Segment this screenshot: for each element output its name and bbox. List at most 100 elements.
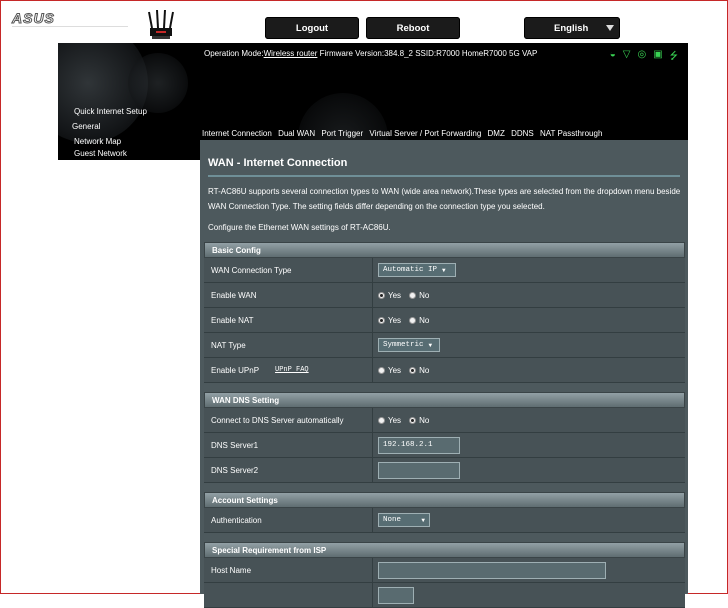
radio-label: Yes: [388, 290, 402, 300]
enable-wan-yes-radio[interactable]: Yes: [378, 291, 401, 300]
radio-label: Yes: [388, 315, 402, 325]
page-title: WAN - Internet Connection: [208, 157, 348, 169]
authentication-row: Authentication None ▼: [204, 508, 685, 533]
firmware-text: Firmware Version:384.8_2 SSID:R7000 Home…: [317, 49, 538, 58]
wifi-status-icon[interactable]: ▽: [623, 49, 631, 66]
dns-server1-label: DNS Server1: [204, 433, 373, 457]
radio-label: No: [419, 415, 430, 425]
language-label: English: [554, 22, 589, 34]
radio-checked-icon: [409, 366, 417, 374]
tab-virtual-server[interactable]: Virtual Server / Port Forwarding: [369, 129, 481, 138]
tab-dmz[interactable]: DMZ: [488, 129, 505, 138]
host-name-label: Host Name: [204, 558, 373, 582]
basic-config-section: Basic Config WAN Connection Type Automat…: [204, 242, 685, 383]
op-mode-prefix: Operation Mode:: [204, 49, 264, 58]
enable-upnp-yes-radio[interactable]: Yes: [378, 366, 401, 375]
router-icon: [148, 9, 174, 39]
wan-type-value: Automatic IP: [383, 266, 438, 274]
chevron-down-icon: ▼: [442, 266, 446, 274]
enable-nat-label: Enable NAT: [204, 308, 373, 332]
sidebar-item-network-map[interactable]: Network Map: [74, 137, 147, 146]
main-panel: WAN - Internet Connection RT-AC86U suppo…: [200, 140, 688, 608]
chevron-down-icon: [606, 25, 614, 31]
sidebar-section-general: General: [72, 122, 101, 131]
nat-type-label: NAT Type: [204, 333, 373, 357]
chevron-down-icon: ▼: [428, 341, 433, 349]
radio-checked-icon: [378, 291, 385, 299]
dns-auto-yes-radio[interactable]: Yes: [378, 416, 401, 425]
logo-divider: [12, 26, 128, 27]
enable-wan-row: Enable WAN Yes No: [204, 283, 685, 308]
authentication-select[interactable]: None ▼: [378, 513, 430, 527]
radio-checked-icon: [409, 416, 417, 424]
sidebar-item-guest-network[interactable]: Guest Network: [74, 149, 147, 158]
host-name-row: Host Name: [204, 558, 685, 583]
chevron-down-icon: ▼: [421, 516, 425, 524]
sidebar-menu: Quick Internet Setup General Network Map…: [72, 107, 147, 160]
dns-header: WAN DNS Setting: [204, 392, 685, 408]
radio-checked-icon: [378, 316, 385, 324]
dns-auto-row: Connect to DNS Server automatically Yes …: [204, 408, 685, 433]
radio-unchecked-icon: [409, 316, 417, 324]
enable-nat-row: Enable NAT Yes No: [204, 308, 685, 333]
upnp-faq-link[interactable]: UPnP FAQ: [275, 366, 309, 374]
nat-type-row: NAT Type Symmetric ▼: [204, 333, 685, 358]
tab-dual-wan[interactable]: Dual WAN: [278, 129, 315, 138]
radio-label: No: [419, 290, 430, 300]
radio-unchecked-icon: [378, 416, 385, 424]
tab-nat-passthrough[interactable]: NAT Passthrough: [540, 129, 602, 138]
op-mode-link[interactable]: Wireless router: [264, 49, 318, 58]
language-select[interactable]: English: [524, 17, 620, 39]
dns-server1-input[interactable]: 192.168.2.1: [378, 436, 460, 454]
logout-button[interactable]: Logout: [265, 17, 359, 39]
next-row-input[interactable]: [378, 586, 414, 604]
dns-server2-row: DNS Server2: [204, 458, 685, 483]
tab-port-trigger[interactable]: Port Trigger: [321, 129, 363, 138]
status-icons: ◒ ▽ ◎ ▣ ⭍: [610, 49, 678, 66]
enable-wan-no-radio[interactable]: No: [409, 291, 429, 300]
radio-label: No: [419, 315, 430, 325]
dns-server1-row: DNS Server1 192.168.2.1: [204, 433, 685, 458]
banner-decor: [128, 53, 188, 113]
dns-auto-label: Connect to DNS Server automatically: [204, 408, 373, 432]
account-header: Account Settings: [204, 492, 685, 508]
page-description: RT-AC86U supports several connection typ…: [208, 187, 681, 211]
asus-logo[interactable]: ASUS: [12, 10, 55, 27]
operation-mode-bar: Operation Mode:Wireless router Firmware …: [204, 49, 537, 58]
enable-upnp-no-radio[interactable]: No: [409, 366, 429, 375]
dns-auto-no-radio[interactable]: No: [409, 416, 429, 425]
dns-server2-input[interactable]: [378, 461, 460, 479]
enable-nat-yes-radio[interactable]: Yes: [378, 316, 401, 325]
next-row: [204, 583, 685, 608]
app-status-icon[interactable]: ▣: [653, 49, 662, 66]
radio-unchecked-icon: [378, 366, 385, 374]
radio-label: Yes: [388, 365, 402, 375]
basic-config-header: Basic Config: [204, 242, 685, 258]
nat-type-value: Symmetric: [383, 341, 424, 349]
tab-internet-connection[interactable]: Internet Connection: [202, 129, 272, 138]
user-status-icon[interactable]: ◎: [637, 49, 646, 66]
tab-ddns[interactable]: DDNS: [511, 129, 534, 138]
isp-header: Special Requirement from ISP: [204, 542, 685, 558]
wan-type-select[interactable]: Automatic IP ▼: [378, 263, 456, 277]
radio-label: No: [419, 365, 430, 375]
dns-section: WAN DNS Setting Connect to DNS Server au…: [204, 392, 685, 483]
authentication-label: Authentication: [204, 508, 373, 532]
sidebar-item-quick-setup[interactable]: Quick Internet Setup: [74, 107, 147, 116]
title-divider: [208, 175, 680, 177]
wan-type-label: WAN Connection Type: [204, 258, 373, 282]
enable-upnp-row: Enable UPnP UPnP FAQ Yes No: [204, 358, 685, 383]
enable-nat-no-radio[interactable]: No: [409, 316, 429, 325]
usb-plug-icon[interactable]: ⭍: [670, 49, 678, 66]
enable-upnp-label: Enable UPnP: [211, 365, 260, 375]
enable-upnp-label-cell: Enable UPnP UPnP FAQ: [204, 358, 373, 382]
radio-unchecked-icon: [409, 291, 417, 299]
tab-bar: Internet Connection Dual WAN Port Trigge…: [202, 129, 606, 138]
usb-status-icon[interactable]: ◒: [610, 49, 616, 66]
nat-type-select[interactable]: Symmetric ▼: [378, 338, 440, 352]
account-section: Account Settings Authentication None ▼: [204, 492, 685, 533]
host-name-input[interactable]: [378, 561, 606, 579]
isp-section: Special Requirement from ISP Host Name: [204, 542, 685, 608]
reboot-button[interactable]: Reboot: [366, 17, 460, 39]
radio-label: Yes: [388, 415, 402, 425]
